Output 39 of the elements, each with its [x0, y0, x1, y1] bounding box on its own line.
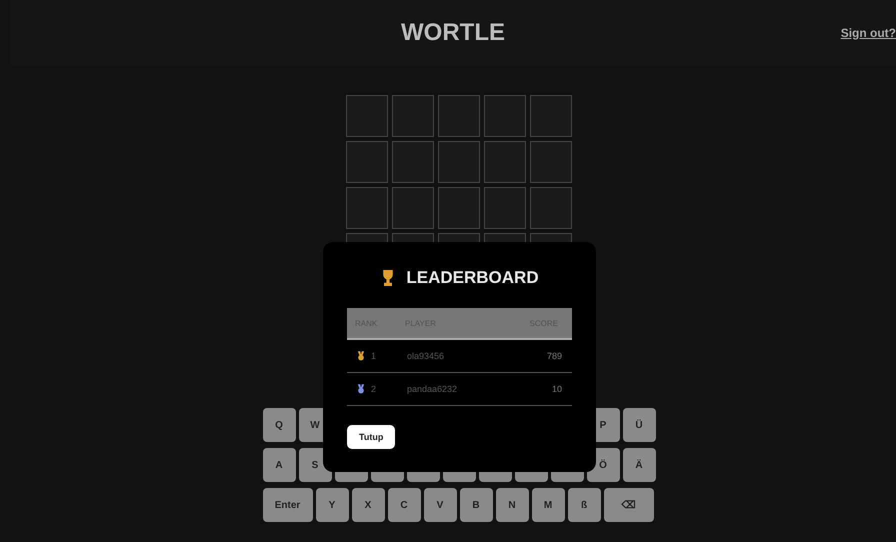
score-value: 789	[546, 351, 562, 361]
player-name: pandaa6232	[407, 384, 458, 394]
letter-tile	[484, 141, 526, 183]
key[interactable]: A	[262, 448, 296, 482]
letter-tile	[484, 187, 526, 229]
score-value: 10	[552, 384, 562, 394]
rank-number: 2	[371, 384, 376, 394]
key[interactable]: ⌫	[604, 488, 654, 522]
key[interactable]: C	[388, 488, 420, 522]
letter-tile	[484, 95, 526, 137]
key[interactable]: B	[460, 488, 492, 522]
sign-out-link[interactable]: Sign out?	[840, 26, 896, 40]
letter-tile	[438, 187, 480, 229]
key[interactable]: Ä	[622, 448, 656, 482]
player-name: ola93456	[407, 351, 446, 361]
letter-tile	[530, 187, 572, 229]
letter-tile	[392, 95, 434, 137]
key[interactable]: ß	[568, 488, 600, 522]
key[interactable]: Enter	[262, 488, 312, 522]
key[interactable]: Ü	[622, 408, 656, 442]
key[interactable]: N	[496, 488, 528, 522]
letter-tile	[438, 95, 480, 137]
letter-tile	[346, 95, 388, 137]
page-title: WORTLE	[401, 18, 505, 46]
key[interactable]: V	[424, 488, 456, 522]
letter-tile	[346, 141, 388, 183]
letter-tile	[530, 141, 572, 183]
letter-tile	[530, 95, 572, 137]
letter-tile	[438, 141, 480, 183]
letter-tile	[392, 141, 434, 183]
key[interactable]: X	[352, 488, 384, 522]
dialog-title: LEADERBOARD	[406, 268, 539, 288]
close-button[interactable]: Tutup	[347, 425, 396, 449]
rank-number: 1	[371, 351, 376, 361]
key[interactable]: M	[532, 488, 564, 522]
letter-tile	[392, 187, 434, 229]
key[interactable]: Q	[262, 408, 296, 442]
key[interactable]: Y	[316, 488, 348, 522]
letter-tile	[346, 187, 388, 229]
